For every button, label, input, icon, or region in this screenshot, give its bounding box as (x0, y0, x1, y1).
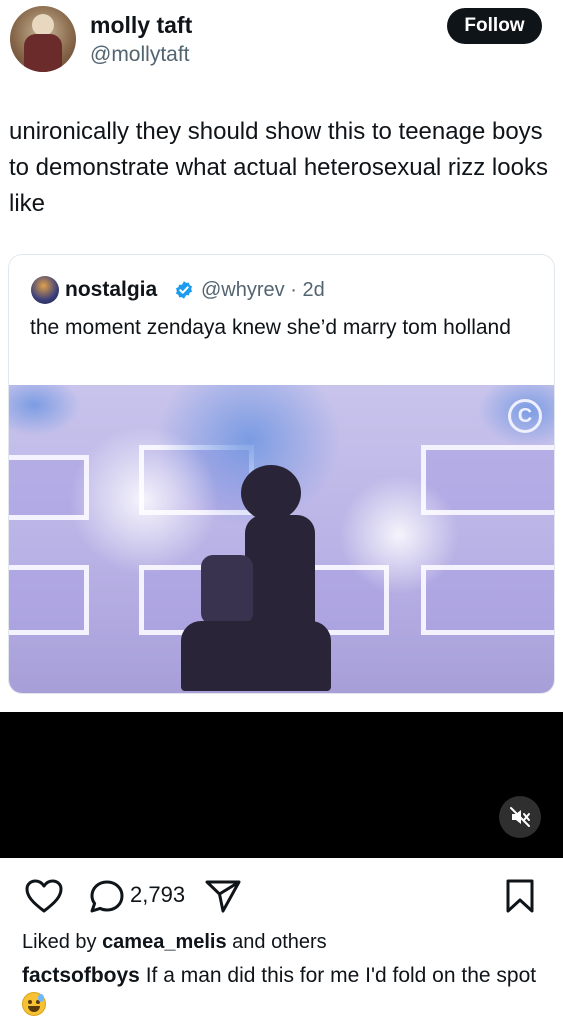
video-player-area[interactable] (0, 712, 563, 858)
liked-by-user[interactable]: camea_melis (102, 931, 227, 953)
quoted-post-video-still[interactable]: C (9, 385, 554, 693)
likes-summary[interactable]: Liked by camea_melis and others (22, 931, 327, 954)
caption-username[interactable]: factsofboys (22, 964, 140, 987)
verified-badge-icon (176, 281, 192, 299)
channel-watermark: C (508, 399, 542, 433)
mute-toggle-button[interactable] (499, 796, 541, 838)
likes-prefix: Liked by (22, 931, 97, 953)
time-separator: · (290, 279, 297, 301)
quoted-author-avatar[interactable] (31, 276, 59, 304)
author-handle[interactable]: @mollytaft (90, 43, 190, 67)
post-text: unironically they should show this to te… (9, 118, 548, 217)
post-action-bar: 2,793 (0, 870, 563, 920)
author-avatar[interactable] (10, 6, 76, 72)
caption-text: If a man did this for me I'd fold on the… (145, 964, 537, 987)
quoted-author-meta: @whyrev · 2d (201, 279, 325, 302)
post-container: molly taft @mollytaft Follow unironicall… (0, 0, 563, 712)
comment-count[interactable]: 2,793 (130, 882, 185, 908)
author-name[interactable]: molly taft (90, 12, 192, 39)
bookmark-icon[interactable] (504, 878, 536, 914)
share-icon[interactable] (204, 878, 242, 914)
quoted-author-name[interactable]: nostalgia (65, 278, 157, 302)
follow-button[interactable]: Follow (447, 8, 542, 44)
quoted-post-text: the moment zendaya knew she’d marry tom … (30, 316, 511, 339)
quoted-post-time: 2d (302, 279, 325, 301)
muted-speaker-icon (510, 807, 530, 827)
likes-suffix: and others (232, 931, 327, 953)
post-caption: factsofboys If a man did this for me I'd… (22, 961, 542, 1021)
quoted-post[interactable]: nostalgia @whyrev · 2d the moment zenday… (8, 254, 555, 694)
sweat-smile-emoji-icon (22, 992, 46, 1016)
heart-icon[interactable] (24, 878, 64, 914)
comment-icon[interactable] (88, 878, 126, 916)
quoted-author-handle[interactable]: @whyrev (201, 279, 285, 301)
